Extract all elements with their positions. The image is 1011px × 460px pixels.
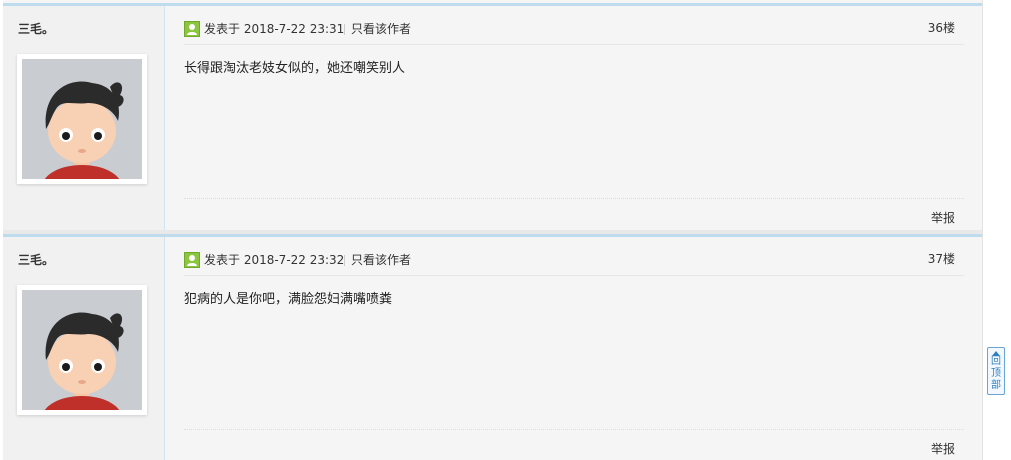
post-time: 发表于 2018-7-22 23:32 [204, 253, 345, 267]
author-name-link[interactable]: 三毛。 [18, 20, 54, 37]
user-online-icon [184, 21, 200, 37]
meta-divider [344, 24, 345, 35]
only-author-link[interactable]: 只看该作者 [351, 19, 411, 39]
footer-divider-line [184, 429, 964, 430]
thread-container: 三毛。 发表于 2018-7-22 23:31 只看该作者 36楼 长得跟淘汰老… [3, 0, 983, 460]
post-body-text: 犯病的人是你吧，满脸怨妇满嘴喷粪 [184, 292, 393, 307]
post-content-column: 发表于 2018-7-22 23:32 只看该作者 37楼 犯病的人是你吧，满脸… [184, 237, 964, 460]
only-author-link[interactable]: 只看该作者 [351, 250, 411, 270]
floor-number[interactable]: 37楼 [928, 249, 955, 269]
report-link[interactable]: 举报 [931, 440, 955, 457]
cartoon-boy-avatar-icon [22, 290, 142, 410]
post-time: 发表于 2018-7-22 23:31 [204, 22, 345, 36]
avatar[interactable] [17, 285, 147, 415]
meta-divider-line [184, 275, 964, 276]
cartoon-boy-avatar-icon [22, 59, 142, 179]
author-name-link[interactable]: 三毛。 [18, 251, 54, 268]
author-column: 三毛。 [3, 237, 165, 460]
meta-divider-line [184, 44, 964, 45]
post-body-text: 长得跟淘汰老妓女似的，她还嘲笑别人 [184, 61, 406, 76]
post-meta: 发表于 2018-7-22 23:31 只看该作者 36楼 [184, 19, 964, 39]
post-37: 三毛。 发表于 2018-7-22 23:32 只看该作者 37楼 犯病的人是你… [3, 234, 982, 460]
floor-number[interactable]: 36楼 [928, 18, 955, 38]
avatar[interactable] [17, 54, 147, 184]
meta-divider [344, 255, 345, 266]
post-content-column: 发表于 2018-7-22 23:31 只看该作者 36楼 长得跟淘汰老妓女似的… [184, 6, 964, 231]
author-column: 三毛。 [3, 6, 165, 231]
post-meta: 发表于 2018-7-22 23:32 只看该作者 37楼 [184, 250, 964, 270]
report-link[interactable]: 举报 [931, 209, 955, 226]
back-to-top-button[interactable]: 回顶部 [987, 347, 1005, 395]
footer-divider-line [184, 198, 964, 199]
back-to-top-label: 回顶部 [991, 356, 1001, 391]
user-online-icon [184, 252, 200, 268]
post-36: 三毛。 发表于 2018-7-22 23:31 只看该作者 36楼 长得跟淘汰老… [3, 3, 982, 231]
